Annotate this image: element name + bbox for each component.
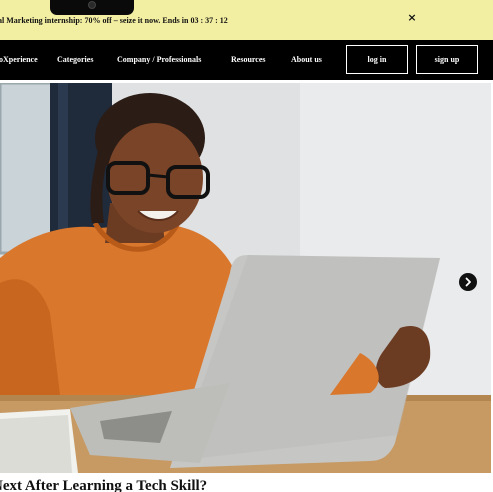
camera-notch: [50, 0, 134, 15]
hero-image: [0, 83, 491, 473]
promo-text: al Marketing internship: 70% off – seize…: [0, 16, 228, 25]
nav-item-categories[interactable]: Categories: [57, 55, 93, 64]
promo-banner: al Marketing internship: 70% off – seize…: [0, 0, 493, 40]
close-icon[interactable]: ×: [404, 10, 420, 26]
carousel-next-button[interactable]: [459, 273, 477, 291]
nav-item-experience[interactable]: oXperience: [0, 55, 38, 64]
nav-item-resources[interactable]: Resources: [231, 55, 266, 64]
login-button[interactable]: log in: [346, 45, 408, 74]
chevron-right-icon: [465, 277, 471, 287]
nav-item-about-us[interactable]: About us: [291, 55, 322, 64]
camera-icon: [88, 1, 96, 9]
nav-item-company-professionals[interactable]: Company / Professionals: [117, 55, 201, 64]
article-title: Next After Learning a Tech Skill?: [0, 478, 208, 492]
hero-photo-illustration: [0, 83, 491, 473]
main-nav: oXperience Categories Company / Professi…: [0, 40, 493, 80]
signup-button[interactable]: sign up: [416, 45, 478, 74]
